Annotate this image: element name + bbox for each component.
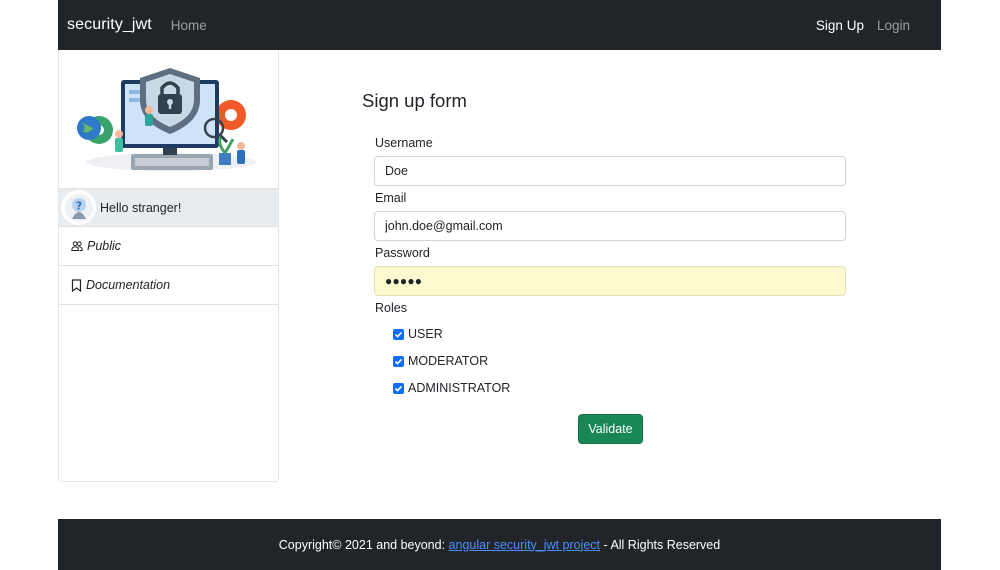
password-masked-value: ●●●●● [385, 274, 423, 288]
sidebar-item-public[interactable]: Public [59, 227, 278, 266]
svg-text:?: ? [75, 199, 81, 212]
question-avatar-icon: ? [61, 190, 96, 225]
security-lock-illustration [59, 50, 278, 188]
footer-copyright: Copyright© 2021 and beyond: [278, 537, 446, 552]
bookmark-icon [71, 278, 82, 292]
email-input[interactable] [374, 211, 846, 241]
role-label: USER [408, 327, 443, 341]
username-label: Username [375, 136, 433, 150]
password-input[interactable] [374, 266, 846, 296]
role-label: ADMINISTRATOR [408, 381, 511, 395]
people-icon [71, 240, 83, 252]
role-label: MODERATOR [408, 354, 489, 368]
footer: Copyright© 2021 and beyond: angular secu… [58, 519, 941, 570]
nav-signup-link[interactable]: Sign Up [816, 18, 864, 33]
top-navbar: security_jwt Home Sign Up Login [58, 0, 941, 50]
nav-home-link[interactable]: Home [171, 18, 207, 33]
nav-login-link[interactable]: Login [877, 18, 910, 33]
greeting-text: Hello stranger! [100, 200, 182, 215]
role-administrator-option: ADMINISTRATOR [393, 381, 510, 395]
username-input[interactable] [374, 156, 846, 186]
validate-button[interactable]: Validate [578, 414, 643, 444]
sidebar: ? Hello stranger! Public Documentation [58, 50, 279, 482]
sidebar-item-label: Documentation [86, 278, 171, 292]
email-label: Email [375, 191, 407, 205]
footer-rights: - All Rights Reserved [603, 537, 721, 552]
sidebar-item-documentation[interactable]: Documentation [59, 266, 278, 305]
nav-right-group: Sign Up Login [816, 18, 910, 33]
sidebar-item-label: Public [87, 239, 122, 253]
form-title: Sign up form [362, 90, 467, 111]
role-moderator-checkbox[interactable] [393, 355, 404, 367]
role-moderator-option: MODERATOR [393, 354, 488, 368]
role-user-option: USER [393, 327, 443, 341]
role-administrator-checkbox[interactable] [393, 382, 404, 394]
password-label: Password [375, 246, 430, 260]
role-user-checkbox[interactable] [393, 328, 404, 340]
greeting-row: ? Hello stranger! [59, 188, 278, 227]
footer-project-link[interactable]: angular security_jwt project [449, 538, 600, 552]
roles-label: Roles [375, 301, 407, 315]
brand-link[interactable]: security_jwt [67, 16, 152, 34]
